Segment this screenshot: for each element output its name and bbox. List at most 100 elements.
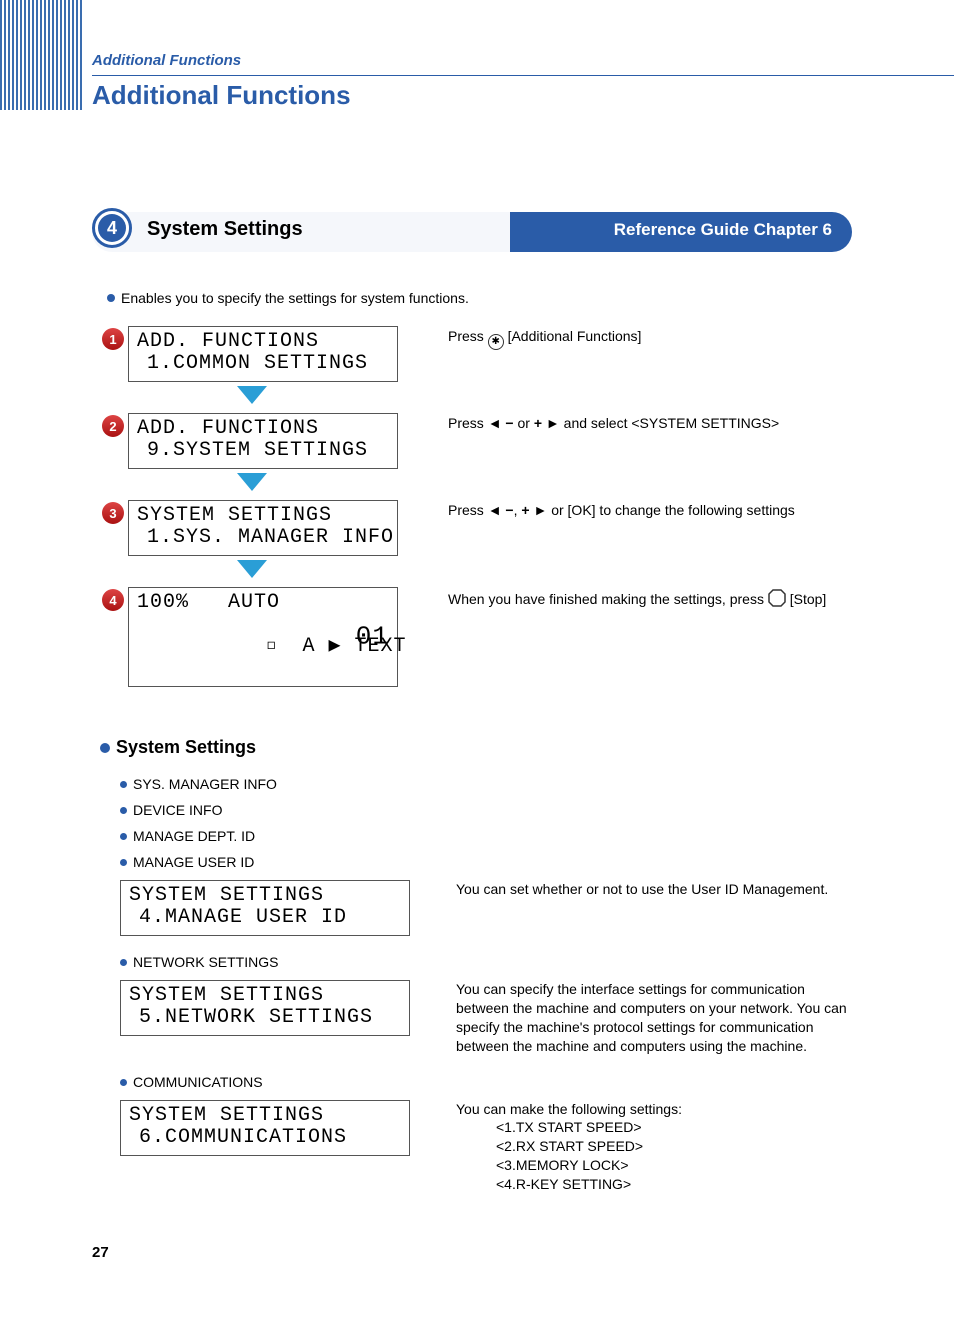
lcd-screen: SYSTEM SETTINGS 4.MANAGE USER ID bbox=[120, 880, 410, 936]
setting-detail-row: SYSTEM SETTINGS 6.COMMUNICATIONS You can… bbox=[100, 1100, 852, 1194]
lcd-line1: ADD. FUNCTIONS bbox=[137, 331, 389, 353]
setting-detail-row: SYSTEM SETTINGS 5.NETWORK SETTINGS You c… bbox=[100, 980, 852, 1056]
setting-label: MANAGE USER ID bbox=[133, 854, 254, 870]
comm-option: <2.RX START SPEED> bbox=[496, 1137, 852, 1156]
comm-option: <4.R-KEY SETTING> bbox=[496, 1175, 852, 1194]
settings-list: System Settings SYS. MANAGER INFO DEVICE… bbox=[92, 737, 852, 1194]
lcd-line1: SYSTEM SETTINGS bbox=[129, 985, 401, 1007]
step-description: Press ✱ [Additional Functions] bbox=[398, 326, 852, 350]
stop-key-icon bbox=[768, 589, 786, 610]
main-content: 4 System Settings Reference Guide Chapte… bbox=[92, 200, 852, 1212]
breadcrumb: Additional Functions bbox=[92, 52, 954, 69]
additional-functions-key-icon: ✱ bbox=[488, 334, 504, 350]
setting-item: SYS. MANAGER INFO bbox=[100, 776, 852, 792]
lcd-screen: ADD. FUNCTIONS 1.COMMON SETTINGS bbox=[128, 326, 398, 382]
down-arrow-icon bbox=[102, 469, 402, 500]
section-reference: Reference Guide Chapter 6 bbox=[614, 220, 832, 240]
lcd-line2: 6.COMMUNICATIONS bbox=[129, 1127, 401, 1149]
step-row: 3 SYSTEM SETTINGS 1.SYS. MANAGER INFO Pr… bbox=[102, 500, 852, 556]
setting-description: You can make the following settings: <1.… bbox=[410, 1100, 852, 1194]
left-minus-key-icon: ◄ − bbox=[488, 415, 514, 431]
step-badge: 2 bbox=[102, 415, 124, 437]
step-badge: 1 bbox=[102, 328, 124, 350]
comm-option: <3.MEMORY LOCK> bbox=[496, 1156, 852, 1175]
lcd-screen: SYSTEM SETTINGS 1.SYS. MANAGER INFO bbox=[128, 500, 398, 556]
bullet-icon bbox=[120, 1079, 127, 1086]
setting-item: MANAGE DEPT. ID bbox=[100, 828, 852, 844]
step-description: When you have finished making the settin… bbox=[398, 587, 852, 610]
lcd-line2: ◻ A ▶ TEXT bbox=[137, 614, 389, 680]
step-description: Press ◄ −, + ► or [OK] to change the fol… bbox=[398, 500, 852, 518]
lcd-line2: 9.SYSTEM SETTINGS bbox=[137, 440, 389, 462]
desc-text: and select <SYSTEM SETTINGS> bbox=[560, 415, 779, 431]
section-header-bar: 4 System Settings Reference Guide Chapte… bbox=[92, 200, 852, 260]
lcd-line1: SYSTEM SETTINGS bbox=[129, 1105, 401, 1127]
lcd-line2: 1.SYS. MANAGER INFO bbox=[137, 527, 389, 549]
lcd-counter: 01 bbox=[356, 623, 389, 652]
setting-detail-row: SYSTEM SETTINGS 4.MANAGE USER ID You can… bbox=[100, 880, 852, 936]
step-badge: 3 bbox=[102, 502, 124, 524]
setting-item: MANAGE USER ID bbox=[100, 854, 852, 870]
setting-description: You can specify the interface settings f… bbox=[410, 980, 852, 1056]
page-title: Additional Functions bbox=[92, 80, 954, 111]
desc-text: When you have finished making the settin… bbox=[448, 591, 768, 607]
bullet-icon bbox=[120, 833, 127, 840]
lcd-screen: SYSTEM SETTINGS 6.COMMUNICATIONS bbox=[120, 1100, 410, 1156]
lcd-line1: SYSTEM SETTINGS bbox=[129, 885, 401, 907]
desc-text: or bbox=[514, 415, 534, 431]
down-arrow-icon bbox=[102, 556, 402, 587]
triangle-icon: ▶ bbox=[328, 635, 341, 658]
bullet-icon bbox=[100, 743, 110, 753]
desc-text: [Additional Functions] bbox=[504, 328, 642, 344]
setting-label: MANAGE DEPT. ID bbox=[133, 828, 255, 844]
step-description: Press ◄ − or + ► and select <SYSTEM SETT… bbox=[398, 413, 852, 431]
bullet-icon bbox=[120, 859, 127, 866]
lcd-line2: 1.COMMON SETTINGS bbox=[137, 353, 389, 375]
settings-heading-text: System Settings bbox=[116, 737, 256, 757]
lcd-screen: 100% AUTO ◻ A ▶ TEXT 01 bbox=[128, 587, 398, 687]
desc-text: Press bbox=[448, 502, 488, 518]
plus-right-key-icon: + ► bbox=[534, 415, 560, 431]
comm-intro: You can make the following settings: bbox=[456, 1100, 852, 1119]
lcd-screen: ADD. FUNCTIONS 9.SYSTEM SETTINGS bbox=[128, 413, 398, 469]
step-row: 1 ADD. FUNCTIONS 1.COMMON SETTINGS Press… bbox=[102, 326, 852, 382]
lcd-line2: 5.NETWORK SETTINGS bbox=[129, 1007, 401, 1029]
desc-text: , bbox=[514, 502, 522, 518]
section-intro: Enables you to specify the settings for … bbox=[92, 290, 852, 306]
plus-right-key-icon: + ► bbox=[521, 502, 547, 518]
intro-text: Enables you to specify the settings for … bbox=[121, 290, 469, 306]
header-divider bbox=[92, 75, 954, 76]
step-badge: 4 bbox=[102, 589, 124, 611]
page-number: 27 bbox=[92, 1244, 109, 1261]
lcd-text: A bbox=[276, 635, 328, 658]
lcd-line1: 100% AUTO bbox=[137, 592, 389, 614]
setting-label: DEVICE INFO bbox=[133, 802, 222, 818]
down-arrow-icon bbox=[102, 382, 402, 413]
lcd-screen: SYSTEM SETTINGS 5.NETWORK SETTINGS bbox=[120, 980, 410, 1036]
section-number-circle: 4 bbox=[92, 208, 132, 248]
step-row: 4 100% AUTO ◻ A ▶ TEXT 01 When you have … bbox=[102, 587, 852, 687]
lcd-line1: ADD. FUNCTIONS bbox=[137, 418, 389, 440]
bullet-icon bbox=[107, 294, 115, 302]
comm-options-list: <1.TX START SPEED> <2.RX START SPEED> <3… bbox=[456, 1118, 852, 1194]
step-row: 2 ADD. FUNCTIONS 9.SYSTEM SETTINGS Press… bbox=[102, 413, 852, 469]
lcd-line1: SYSTEM SETTINGS bbox=[137, 505, 389, 527]
section-number: 4 bbox=[98, 214, 126, 242]
lcd-line2: 4.MANAGE USER ID bbox=[129, 907, 401, 929]
setting-description: You can set whether or not to use the Us… bbox=[410, 880, 852, 899]
desc-text: Press bbox=[448, 328, 488, 344]
setting-label: NETWORK SETTINGS bbox=[133, 954, 278, 970]
desc-text: [Stop] bbox=[786, 591, 826, 607]
desc-text: or [OK] to change the following settings bbox=[547, 502, 794, 518]
setting-item: COMMUNICATIONS bbox=[100, 1074, 852, 1090]
settings-heading: System Settings bbox=[100, 737, 852, 758]
decorative-stripe bbox=[0, 0, 82, 110]
bullet-icon bbox=[120, 807, 127, 814]
steps-container: 1 ADD. FUNCTIONS 1.COMMON SETTINGS Press… bbox=[92, 326, 852, 687]
setting-label: SYS. MANAGER INFO bbox=[133, 776, 277, 792]
left-minus-key-icon: ◄ − bbox=[488, 502, 514, 518]
setting-label: COMMUNICATIONS bbox=[133, 1074, 263, 1090]
setting-item: DEVICE INFO bbox=[100, 802, 852, 818]
comm-option: <1.TX START SPEED> bbox=[496, 1118, 852, 1137]
page-header: Additional Functions Additional Function… bbox=[92, 52, 954, 111]
